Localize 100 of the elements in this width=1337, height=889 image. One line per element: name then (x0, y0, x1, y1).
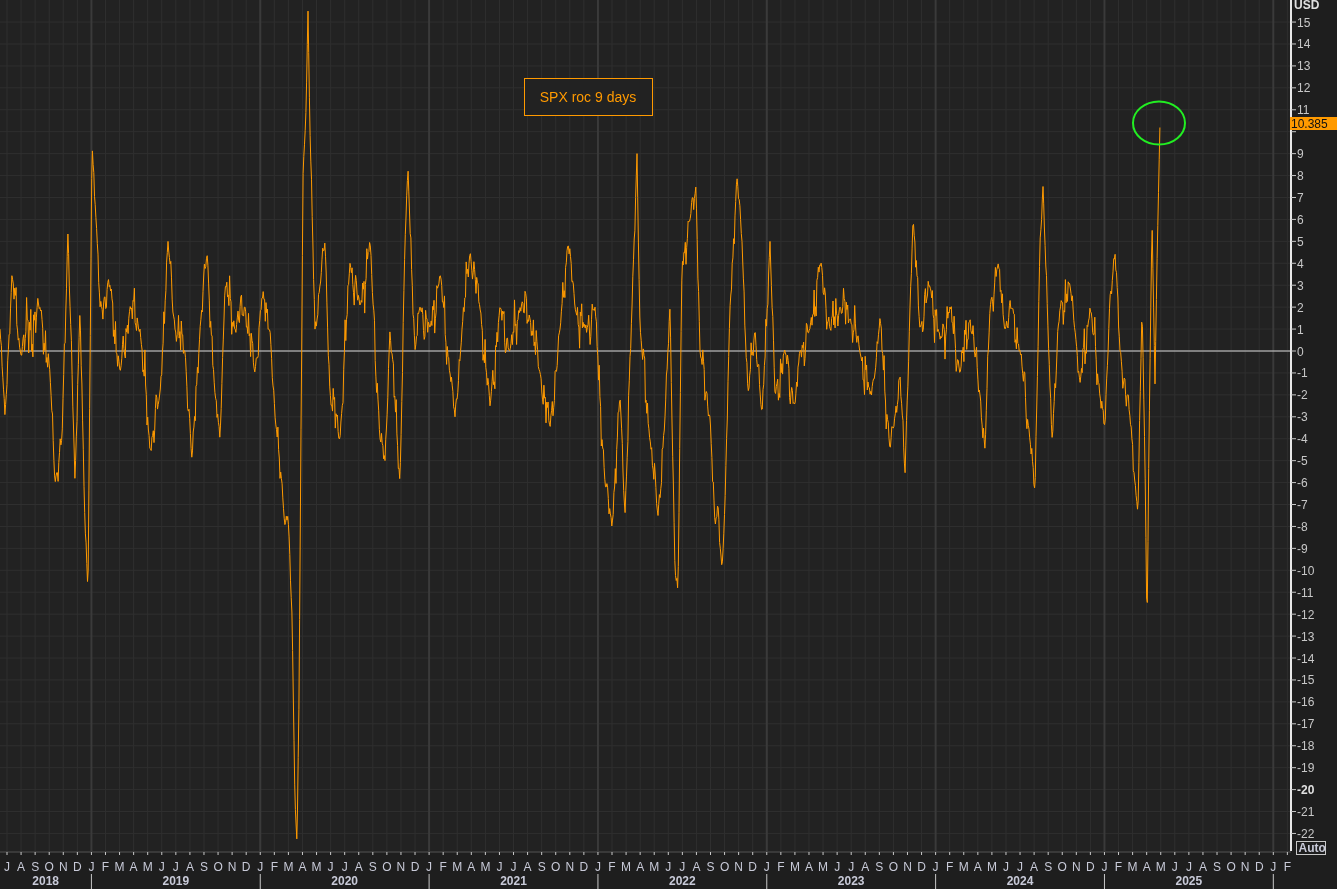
month-label: A (17, 860, 26, 874)
month-label: A (636, 860, 645, 874)
y-axis-label: -15 (1297, 673, 1315, 688)
y-axis-label: -9 (1297, 541, 1308, 556)
month-label: M (958, 860, 969, 874)
month-label: A (523, 860, 532, 874)
y-axis-label: -8 (1297, 519, 1308, 534)
month-label: J (679, 860, 686, 874)
month-label: M (1127, 860, 1138, 874)
month-label: M (818, 860, 829, 874)
year-label: 2024 (1006, 874, 1034, 888)
month-label: O (1226, 860, 1236, 874)
month-label: D (1254, 860, 1264, 874)
y-axis-label: 1 (1297, 322, 1304, 337)
month-label: N (903, 860, 912, 874)
month-label: M (114, 860, 125, 874)
month-label: S (537, 860, 546, 874)
y-axis-label: 3 (1297, 278, 1304, 293)
month-label: D (917, 860, 926, 874)
month-label: J (1002, 860, 1009, 874)
year-label: 2020 (331, 874, 359, 888)
y-axis-label: 7 (1297, 191, 1304, 205)
month-label: O (382, 860, 392, 874)
month-label: J (496, 860, 503, 874)
month-label: J (1101, 860, 1108, 874)
y-axis-label: -22 (1297, 826, 1315, 841)
y-axis-label: -12 (1297, 607, 1315, 622)
y-axis-label: -2 (1297, 388, 1308, 403)
year-label: 2018 (32, 874, 60, 888)
y-axis-label: 6 (1297, 212, 1304, 227)
y-axis-label: 2 (1297, 300, 1304, 315)
y-axis-label: -10 (1297, 563, 1315, 578)
month-label: A (185, 860, 194, 874)
month-label: D (748, 860, 758, 874)
month-label: J (763, 860, 770, 874)
month-label: A (973, 860, 982, 874)
month-label: F (270, 860, 278, 874)
y-axis-label: -11 (1297, 585, 1314, 600)
month-label: J (158, 860, 165, 874)
month-label: J (88, 860, 95, 874)
month-label: J (510, 860, 517, 874)
month-label: A (1198, 860, 1207, 874)
month-label: M (283, 860, 294, 874)
y-axis-label: -18 (1297, 739, 1315, 754)
y-axis-label: -5 (1297, 454, 1308, 469)
month-label: F (101, 860, 110, 874)
month-label: M (142, 860, 153, 874)
year-label: 2019 (162, 874, 190, 888)
month-label: O (213, 860, 223, 874)
y-axis-label: -13 (1297, 629, 1315, 644)
month-label: M (621, 860, 632, 874)
y-axis-label: -6 (1297, 476, 1308, 491)
month-label: J (1185, 860, 1192, 874)
month-label: M (1155, 860, 1166, 874)
month-label: M (452, 860, 463, 874)
month-label: M (649, 860, 660, 874)
month-label: M (311, 860, 322, 874)
month-label: N (734, 860, 743, 874)
y-axis-label: 12 (1297, 81, 1311, 96)
month-label: O (551, 860, 561, 874)
y-axis-label: 4 (1297, 256, 1304, 271)
month-label: J (257, 860, 264, 874)
month-label: F (777, 860, 785, 874)
y-axis-label: 15 (1297, 15, 1311, 30)
y-axis-label: -20 (1297, 783, 1315, 798)
y-axis-label: 0 (1297, 344, 1304, 359)
month-label: S (706, 860, 715, 874)
month-label: N (58, 860, 68, 874)
y-axis-label: 13 (1297, 59, 1311, 74)
month-label: F (608, 860, 616, 874)
month-label: A (805, 860, 813, 874)
month-label: N (1240, 860, 1250, 874)
month-label: S (31, 860, 40, 874)
month-label: O (888, 860, 899, 874)
month-label: A (298, 860, 307, 874)
month-label: N (565, 860, 575, 874)
month-label: F (439, 860, 447, 874)
month-label: S (368, 860, 377, 874)
year-label: 2023 (837, 874, 865, 888)
month-label: N (396, 860, 406, 874)
month-label: A (861, 860, 870, 874)
month-label: J (4, 860, 10, 874)
month-label: J (848, 860, 855, 874)
month-label: M (789, 860, 800, 874)
month-label: F (946, 860, 954, 874)
month-label: A (692, 860, 701, 874)
month-label: M (986, 860, 997, 874)
month-label: J (932, 860, 939, 874)
month-label: D (1086, 860, 1095, 874)
y-axis-label: -3 (1297, 410, 1308, 425)
month-label: J (327, 860, 334, 874)
y-axis-label: -16 (1297, 695, 1315, 710)
month-label: O (44, 860, 54, 874)
month-label: S (1213, 860, 1222, 874)
month-label: A (354, 860, 363, 874)
month-label: F (1283, 860, 1292, 874)
last-value-label: 10.385 (1290, 117, 1337, 131)
y-axis-label: -14 (1297, 651, 1315, 666)
year-label: 2021 (500, 874, 527, 888)
month-label: J (594, 860, 601, 874)
